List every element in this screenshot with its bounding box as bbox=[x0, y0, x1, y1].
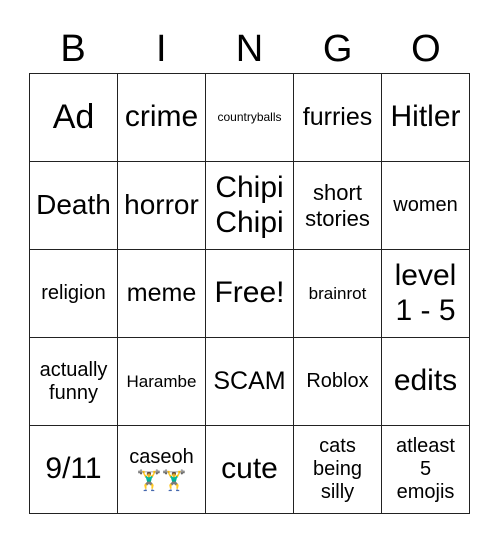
cell-label: edits bbox=[393, 364, 458, 398]
cell-label: religion bbox=[41, 282, 106, 304]
cell-label: horror bbox=[124, 189, 199, 221]
bingo-cell[interactable]: level 1 - 5 bbox=[382, 250, 470, 338]
bingo-cell[interactable]: Ad bbox=[30, 74, 118, 162]
cell-label: cute bbox=[221, 452, 278, 486]
bingo-cell[interactable]: edits bbox=[382, 338, 470, 426]
free-space-cell[interactable]: Free! bbox=[206, 250, 294, 338]
header-letter-n: N bbox=[235, 28, 264, 70]
header-letter-o: O bbox=[411, 28, 441, 70]
cell-label: cats being silly bbox=[313, 435, 362, 503]
cell-label: Free! bbox=[214, 276, 285, 310]
cell-label: brainrot bbox=[308, 283, 367, 303]
cell-label: Roblox bbox=[306, 370, 369, 392]
header-letter-g: G bbox=[322, 28, 353, 70]
bingo-cell[interactable]: atleast 5 emojis bbox=[382, 426, 470, 514]
cell-label: Hitler bbox=[390, 100, 461, 134]
bingo-board: Ad crime countryballs furries Hitler Death hor… bbox=[29, 73, 470, 514]
bingo-cell[interactable]: brainrot bbox=[294, 250, 382, 338]
cell-label: Harambe bbox=[126, 371, 197, 391]
bingo-cell[interactable]: meme bbox=[118, 250, 206, 338]
cell-label: furries bbox=[302, 103, 373, 132]
bingo-cell[interactable]: Hitler bbox=[382, 74, 470, 162]
cell-label: atleast 5 emojis bbox=[396, 435, 455, 503]
cell-label: women bbox=[393, 194, 458, 216]
cell-label: level 1 - 5 bbox=[394, 259, 457, 327]
bingo-header: B I N G O bbox=[29, 26, 470, 72]
cell-label: caseoh bbox=[129, 446, 194, 468]
bingo-cell[interactable]: countryballs bbox=[206, 74, 294, 162]
cell-label: Ad bbox=[52, 97, 95, 136]
cell-label: SCAM bbox=[213, 367, 286, 396]
bingo-cell[interactable]: horror bbox=[118, 162, 206, 250]
cell-label: crime bbox=[124, 100, 199, 134]
bingo-cell[interactable]: caseoh 🏋‍♂🏋‍♂ bbox=[118, 426, 206, 514]
bingo-cell[interactable]: Roblox bbox=[294, 338, 382, 426]
cell-label: meme bbox=[126, 279, 197, 308]
weightlifter-emoji-icon: 🏋‍♂🏋‍♂ bbox=[136, 470, 187, 492]
cell-label: 9/11 bbox=[45, 452, 102, 486]
bingo-cell[interactable]: women bbox=[382, 162, 470, 250]
header-letter-b: B bbox=[60, 28, 86, 70]
bingo-cell[interactable]: short stories bbox=[294, 162, 382, 250]
bingo-cell[interactable]: cats being silly bbox=[294, 426, 382, 514]
bingo-cell[interactable]: furries bbox=[294, 74, 382, 162]
bingo-cell[interactable]: crime bbox=[118, 74, 206, 162]
bingo-cell[interactable]: cute bbox=[206, 426, 294, 514]
cell-label: short stories bbox=[305, 180, 370, 231]
cell-label: countryballs bbox=[217, 109, 282, 124]
header-letter-i: I bbox=[156, 28, 167, 70]
bingo-cell[interactable]: SCAM bbox=[206, 338, 294, 426]
bingo-cell[interactable]: actually funny bbox=[30, 338, 118, 426]
cell-label: Death bbox=[36, 189, 111, 221]
bingo-cell[interactable]: 9/11 bbox=[30, 426, 118, 514]
bingo-cell[interactable]: religion bbox=[30, 250, 118, 338]
bingo-cell[interactable]: Harambe bbox=[118, 338, 206, 426]
cell-label: Chipi Chipi bbox=[215, 171, 284, 239]
bingo-cell[interactable]: Death bbox=[30, 162, 118, 250]
cell-label: actually funny bbox=[39, 358, 108, 404]
bingo-cell[interactable]: Chipi Chipi bbox=[206, 162, 294, 250]
